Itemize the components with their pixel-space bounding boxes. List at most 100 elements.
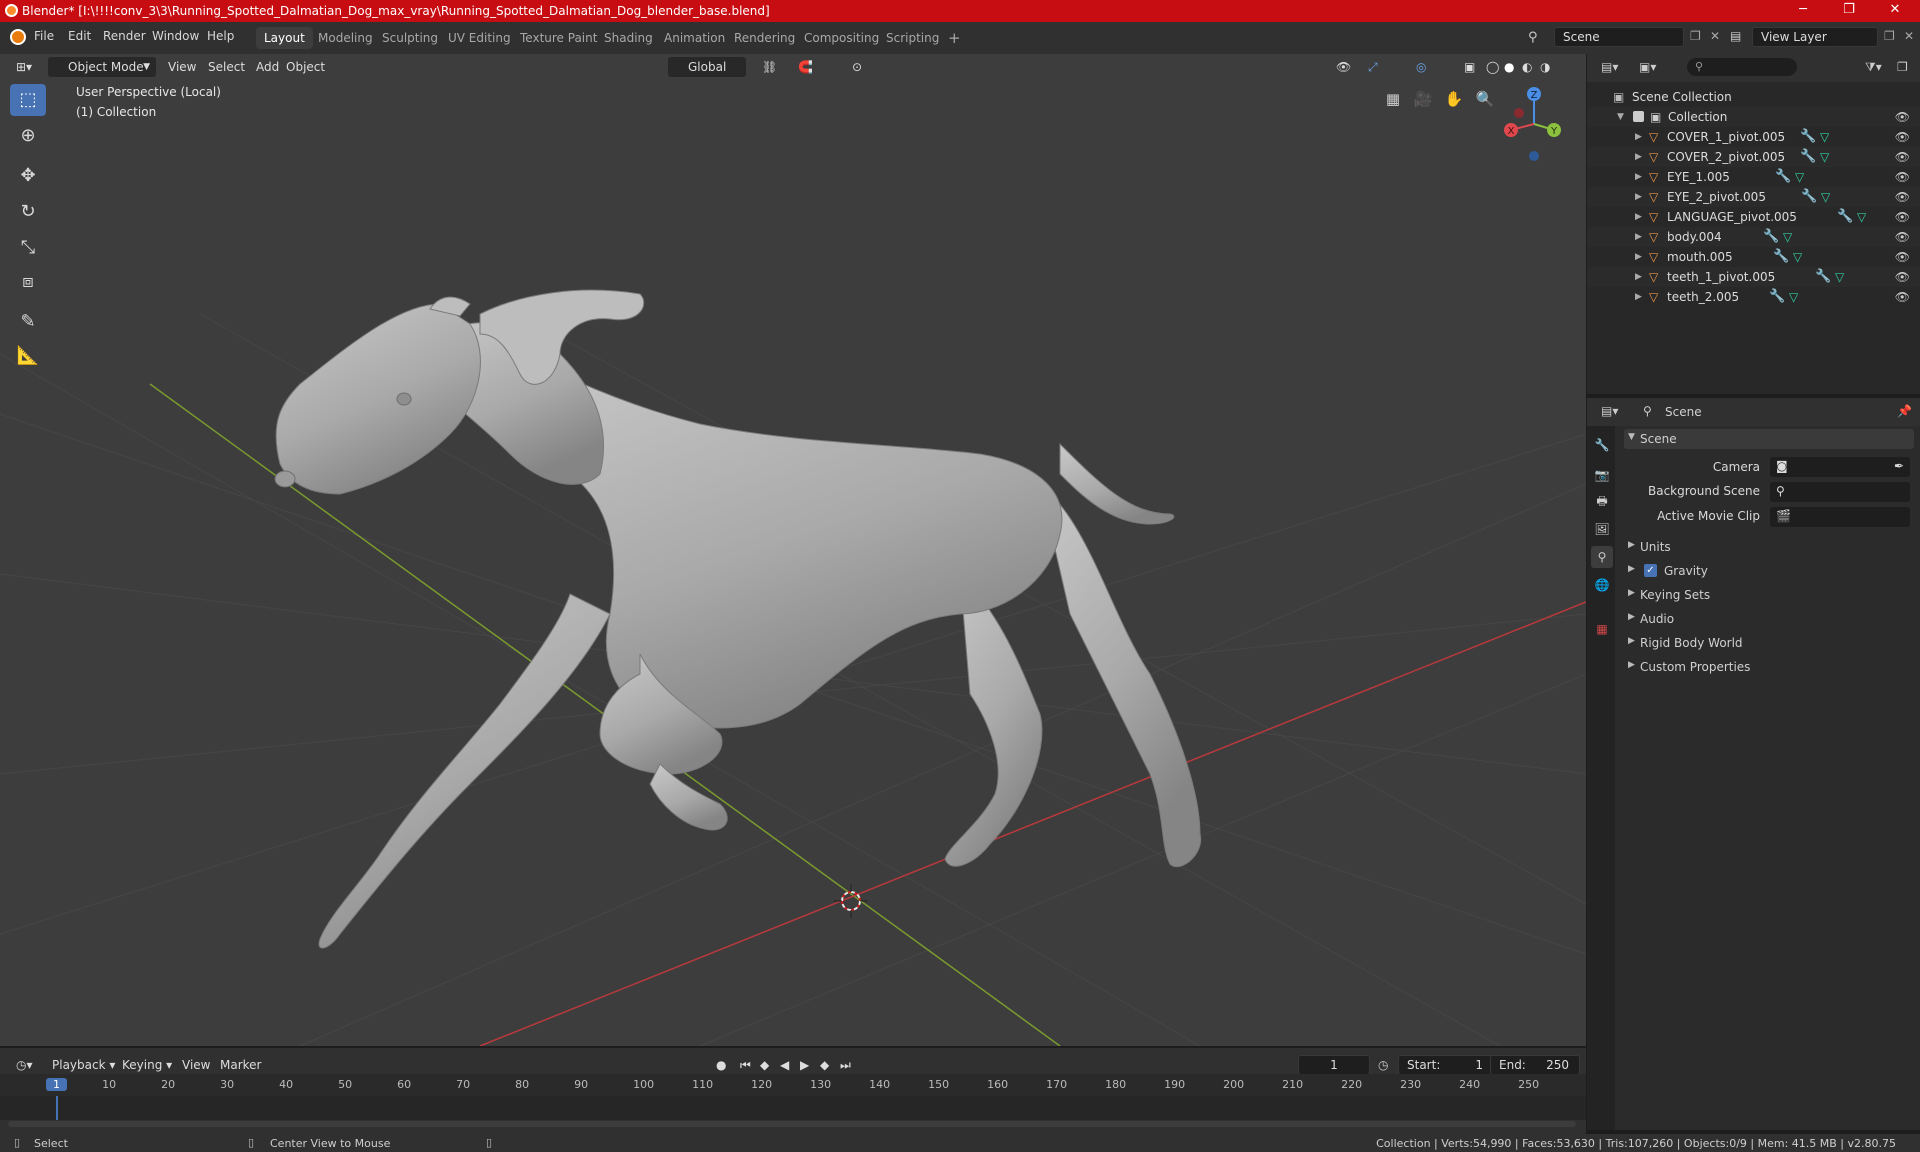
view-layer-browse-icon[interactable]: ▤: [1730, 29, 1741, 43]
outliner-object-row[interactable]: ▶ ▽ teeth_1_pivot.005 🔧 ▽ 👁: [1587, 267, 1920, 287]
collapse-triangle-icon[interactable]: ▼: [1617, 107, 1624, 127]
mesh-data-icon[interactable]: ▽: [1821, 187, 1830, 207]
visibility-icon[interactable]: 👁: [1330, 58, 1357, 76]
proportional-editing-icon[interactable]: ⊙: [846, 58, 868, 76]
collection-checkbox[interactable]: [1633, 111, 1644, 122]
object-mode-dropdown[interactable]: Object Mode ▼: [48, 57, 156, 77]
mesh-data-icon[interactable]: ▽: [1793, 247, 1802, 267]
blender-menu-icon[interactable]: [10, 29, 26, 45]
expand-triangle-icon[interactable]: ▶: [1635, 187, 1642, 207]
eye-icon[interactable]: 👁: [1895, 167, 1910, 187]
record-icon[interactable]: ●: [710, 1056, 732, 1074]
viewport-menu-select[interactable]: Select: [202, 58, 251, 76]
panel-gravity[interactable]: ▶ ✓ Gravity: [1624, 561, 1914, 581]
next-keyframe-icon[interactable]: ◆: [814, 1056, 835, 1074]
timeline-scrollbar[interactable]: [8, 1121, 1576, 1127]
panel-custom-properties[interactable]: ▶ Custom Properties: [1624, 657, 1914, 677]
tab-sculpting[interactable]: Sculpting: [374, 27, 446, 49]
modifier-wrench-icon[interactable]: 🔧: [1769, 287, 1785, 307]
panel-keying-sets[interactable]: ▶ Keying Sets: [1624, 585, 1914, 605]
viewport-menu-object[interactable]: Object: [280, 58, 331, 76]
gravity-checkbox[interactable]: ✓: [1644, 564, 1657, 577]
scene-browse-icon[interactable]: ⚲: [1528, 30, 1538, 45]
view-layer-tab-icon[interactable]: 🖼: [1591, 518, 1613, 540]
timeline-menu-marker[interactable]: Marker: [214, 1056, 267, 1074]
eye-icon[interactable]: 👁: [1895, 287, 1910, 307]
tab-modeling[interactable]: Modeling: [310, 27, 381, 49]
active-movie-clip-field[interactable]: 🎬: [1770, 507, 1910, 527]
panel-rigid-body-world[interactable]: ▶ Rigid Body World: [1624, 633, 1914, 653]
jump-end-icon[interactable]: ⏭: [834, 1056, 857, 1074]
filter-icon[interactable]: ⧩▾: [1865, 60, 1882, 75]
viewport-menu-view[interactable]: View: [162, 58, 202, 76]
tab-animation[interactable]: Animation: [656, 27, 733, 49]
expand-triangle-icon[interactable]: ▶: [1635, 147, 1642, 167]
expand-triangle-icon[interactable]: ▶: [1635, 287, 1642, 307]
pin-icon[interactable]: 📌: [1897, 404, 1912, 418]
outliner-object-row[interactable]: ▶ ▽ teeth_2.005 🔧 ▽ 👁: [1587, 287, 1920, 307]
tab-compositing[interactable]: Compositing: [796, 27, 887, 49]
timeline-menu-keying[interactable]: Keying ▾: [116, 1056, 178, 1074]
mesh-data-icon[interactable]: ▽: [1820, 147, 1829, 167]
menu-render[interactable]: Render: [103, 29, 146, 43]
mesh-data-icon[interactable]: ▽: [1820, 127, 1829, 147]
eye-icon[interactable]: 👁: [1895, 187, 1910, 207]
camera-view-icon[interactable]: 🎥: [1409, 85, 1437, 113]
dalmatian-dog-mesh[interactable]: [274, 289, 1202, 949]
modifier-wrench-icon[interactable]: 🔧: [1773, 247, 1789, 267]
outliner-search-input[interactable]: ⚲: [1687, 58, 1797, 76]
modifier-wrench-icon[interactable]: 🔧: [1775, 167, 1791, 187]
camera-field[interactable]: ◙ ✒: [1770, 457, 1910, 477]
tool-tab-icon[interactable]: 🔧: [1591, 434, 1613, 456]
timeline-menu-playback[interactable]: Playback ▾: [46, 1056, 121, 1074]
expand-triangle-icon[interactable]: ▶: [1635, 167, 1642, 187]
3d-viewport[interactable]: [0, 54, 1586, 1046]
eye-icon[interactable]: 👁: [1895, 207, 1910, 227]
render-tab-icon[interactable]: 📷: [1591, 464, 1613, 486]
expand-triangle-icon[interactable]: ▶: [1635, 127, 1642, 147]
delete-scene-icon[interactable]: ✕: [1710, 29, 1720, 43]
eye-icon[interactable]: 👁: [1895, 227, 1910, 247]
editor-type-icon[interactable]: ⊞▾: [10, 58, 38, 76]
expand-triangle-icon[interactable]: ▶: [1635, 207, 1642, 227]
rendered-shading-icon[interactable]: ◑: [1534, 58, 1556, 76]
outliner-editor-type-icon[interactable]: ▤▾: [1601, 60, 1618, 74]
timeline-ruler[interactable]: 1 10 20 30 40 50 60 70 80 90 100 110 120 130 140 150 160…: [0, 1074, 1586, 1096]
maximize-button[interactable]: ❐: [1826, 0, 1872, 22]
modifier-wrench-icon[interactable]: 🔧: [1763, 227, 1779, 247]
new-view-layer-icon[interactable]: ❐: [1884, 29, 1895, 43]
tab-shading[interactable]: Shading: [596, 27, 661, 49]
outliner-object-row[interactable]: ▶ ▽ EYE_1.005 🔧 ▽ 👁: [1587, 167, 1920, 187]
properties-editor-type-icon[interactable]: ▤▾: [1601, 404, 1618, 418]
preview-range-icon[interactable]: ◷: [1378, 1058, 1388, 1072]
overlays-toggle-icon[interactable]: ◎: [1410, 58, 1432, 76]
tab-layout[interactable]: Layout: [256, 27, 313, 49]
select-box-tool-icon[interactable]: ⬚: [10, 84, 46, 116]
add-workspace-icon[interactable]: +: [940, 27, 969, 49]
eye-icon[interactable]: 👁: [1895, 127, 1910, 147]
play-icon[interactable]: ▶: [794, 1056, 815, 1074]
world-tab-icon[interactable]: 🌐: [1591, 574, 1613, 596]
end-frame-field[interactable]: End: 250: [1490, 1055, 1580, 1075]
expand-triangle-icon[interactable]: ▶: [1635, 227, 1642, 247]
modifier-wrench-icon[interactable]: 🔧: [1800, 127, 1816, 147]
close-button[interactable]: ✕: [1872, 0, 1918, 22]
pan-view-icon[interactable]: ✋: [1440, 85, 1468, 113]
view-layer-field[interactable]: View Layer: [1752, 27, 1878, 47]
outliner-object-row[interactable]: ▶ ▽ mouth.005 🔧 ▽ 👁: [1587, 247, 1920, 267]
modifier-wrench-icon[interactable]: 🔧: [1837, 207, 1853, 227]
menu-help[interactable]: Help: [207, 29, 234, 43]
play-reverse-icon[interactable]: ◀: [774, 1056, 795, 1074]
tab-uv-editing[interactable]: UV Editing: [440, 27, 519, 49]
transform-orientation-dropdown[interactable]: Global: [668, 57, 746, 77]
display-mode-icon[interactable]: ▣▾: [1639, 60, 1656, 74]
eyedropper-icon[interactable]: ✒: [1894, 459, 1904, 473]
cursor-tool-icon[interactable]: ⊕: [10, 120, 46, 152]
scene-panel-header[interactable]: ▼ Scene: [1624, 429, 1914, 449]
delete-view-layer-icon[interactable]: ✕: [1904, 29, 1914, 43]
outliner-collection[interactable]: ▼ ▣ Collection 👁: [1587, 107, 1920, 127]
tab-texture-paint[interactable]: Texture Paint: [512, 27, 605, 49]
scene-tab-icon[interactable]: ⚲: [1591, 546, 1613, 568]
mesh-data-icon[interactable]: ▽: [1795, 167, 1804, 187]
current-frame-field[interactable]: 1: [1298, 1055, 1370, 1075]
